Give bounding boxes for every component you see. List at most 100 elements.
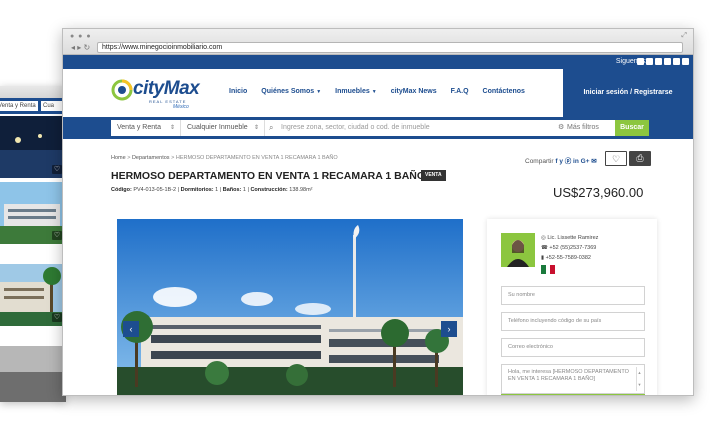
search-input[interactable]: ⌕ Ingrese zona, sector, ciudad o cod. de… [265,120,555,136]
photo-gallery[interactable]: ‹ › [117,219,463,395]
message-text: Hola, me interesa [HERMOSO DEPARTAMENTO … [508,369,629,382]
listing-price: US$273,960.00 [553,185,644,200]
nav-item-label: Inmuebles [335,88,370,95]
send-button-edge[interactable] [501,394,645,395]
flag-stripe [550,265,556,274]
nav-item-inmuebles[interactable]: Inmuebles ▼ [335,88,377,95]
agent-phone-2[interactable]: ▮ +52-55-7589-0382 [541,255,591,261]
address-bar[interactable]: https://www.minegocioinmobiliario.com [97,42,683,53]
agent-phone-1[interactable]: ☎ +52 (55)2537-7369 [541,245,596,251]
background-browser-chrome [0,86,66,98]
social-bar: Siguenos: [63,55,693,69]
nav-item-label: cityMax News [390,88,437,95]
baths-value: 1 [242,187,246,193]
background-operation-select[interactable]: Venta y Renta [0,101,38,111]
chevron-down-icon: ▼ [371,89,377,95]
nav-item-quienes-somos[interactable]: Quiénes Somos ▼ [261,88,321,95]
gallery-next-button[interactable]: › [441,321,457,337]
main-navigation: cityMax REAL ESTATE México Inicio Quiéne… [63,69,693,117]
twitter-icon[interactable] [646,58,653,65]
heart-icon[interactable]: ♡ [52,231,62,240]
nav-item-contactenos[interactable]: Contáctenos [483,88,525,95]
breadcrumb-section[interactable]: Departamentos [132,155,170,161]
construction-label: Construcción: [250,187,288,193]
background-browser-window: Venta y Renta Cua ♡ ♡ ♡ [0,86,66,402]
construction-value: 138.98m² [289,187,313,193]
agent-avatar-icon [501,233,535,267]
property-type-select[interactable]: Cualquier Inmueble ⇕ [181,120,265,136]
print-button[interactable]: ⎙ [629,151,651,166]
share-icons[interactable]: f y ⓟ in G+ ✉ [555,158,596,165]
chevron-right-icon: › [447,324,451,334]
code-value: PV4-013-05-1B-2 [133,187,177,193]
name-field[interactable]: Su nombre [501,286,645,305]
nav-item-label: Contáctenos [482,88,525,95]
listing-title: HERMOSO DEPARTAMENTO EN VENTA 1 RECAMARA… [111,170,426,182]
breadcrumb-current: HERMOSO DEPARTAMENTO EN VENTA 1 RECAMARA… [175,155,338,161]
message-field[interactable]: Hola, me interesa [HERMOSO DEPARTAMENTO … [501,364,645,394]
nav-item-citymax-news[interactable]: cityMax News [391,88,437,95]
share-bar: Compartir f y ⓟ in G+ ✉ [525,155,597,165]
search-icon: ⌕ [269,123,274,132]
mexico-flag-icon [541,265,556,274]
logo-region: México [173,104,189,110]
agent-name-text: Lic. Lissette Ramirez [547,235,599,241]
background-listing-card[interactable]: ♡ [0,264,66,326]
property-photo [117,219,463,395]
gallery-prev-button[interactable]: ‹ [123,321,139,337]
window-resize-icon[interactable]: ⤢ [681,32,687,40]
nav-item-label: Inicio [229,88,248,95]
printer-icon: ⎙ [636,153,644,163]
operation-select[interactable]: Venta y Renta ⇕ [111,120,181,136]
background-listing-card[interactable]: ♡ [0,182,66,244]
nav-item-faq[interactable]: F.A.Q [451,88,469,95]
screenshot-stage: Venta y Renta Cua ♡ ♡ ♡ ● ● ● ◂ ▸ ↻ http… [0,0,720,422]
browser-nav-icon[interactable]: ◂ ▸ ↻ [71,43,90,52]
instagram-icon[interactable] [673,58,680,65]
citymax-logo[interactable]: cityMax REAL ESTATE México [111,77,207,110]
bedrooms-label: Dormitorios: [180,187,214,193]
login-register-button[interactable]: Iniciar sesión / Registrarse [563,69,693,117]
google-plus-icon[interactable] [664,58,671,65]
baths-label: Baños: [222,187,242,193]
chevron-left-icon: ‹ [129,324,133,334]
logo-mark-icon [111,79,133,101]
linkedin-icon[interactable] [655,58,662,65]
heart-icon[interactable]: ♡ [52,165,62,174]
agent-name: ◎ Lic. Lissette Ramirez [541,235,598,241]
browser-chrome: ● ● ● ◂ ▸ ↻ https://www.minegocioinmobil… [63,29,693,55]
textarea-scrollbar[interactable]: ▲ ▼ [636,367,642,391]
agent-phone-2-text: +52-55-7589-0382 [545,255,591,261]
background-listing-card[interactable] [0,346,66,402]
favorite-button[interactable]: ♡ [605,151,627,166]
select-arrows-icon: ⇕ [169,125,175,131]
nav-item-label: Quiénes Somos [261,88,315,95]
heart-icon: ♡ [611,154,621,164]
breadcrumb: Home > Departamentos > HERMOSO DEPARTAME… [111,155,338,161]
listing-photo [0,346,66,402]
email-field[interactable]: Correo electrónico [501,338,645,357]
chevron-down-icon: ▼ [316,89,322,95]
social-icons [637,58,689,65]
agent-phone-1-text: +52 (55)2537-7369 [549,245,597,251]
search-button[interactable]: Buscar [615,120,649,136]
status-badge: VENTA [421,170,446,181]
bedrooms-value: 1 [215,187,219,193]
nav-item-inicio[interactable]: Inicio [229,88,247,95]
operation-select-value: Venta y Renta [117,124,161,131]
facebook-icon[interactable] [637,58,644,65]
breadcrumb-home[interactable]: Home [111,155,126,161]
gear-icon: ⚙ [558,124,565,131]
phone-field[interactable]: Teléfono incluyendo código de su país [501,312,645,331]
avatar [501,233,535,267]
heart-icon[interactable]: ♡ [52,313,62,322]
window-controls-icon[interactable]: ● ● ● [70,33,92,40]
youtube-icon[interactable] [682,58,689,65]
property-type-select-value: Cualquier Inmueble [187,124,248,131]
code-label: Código: [111,187,132,193]
more-filters-button[interactable]: ⚙ Más filtros [555,120,615,136]
background-listing-card[interactable]: ♡ [0,116,66,178]
logo-brand: cityMax [133,78,200,99]
property-search-bar: Venta y Renta ⇕ Cualquier Inmueble ⇕ ⌕ I… [63,117,693,139]
browser-window: ● ● ● ◂ ▸ ↻ https://www.minegocioinmobil… [62,28,694,396]
